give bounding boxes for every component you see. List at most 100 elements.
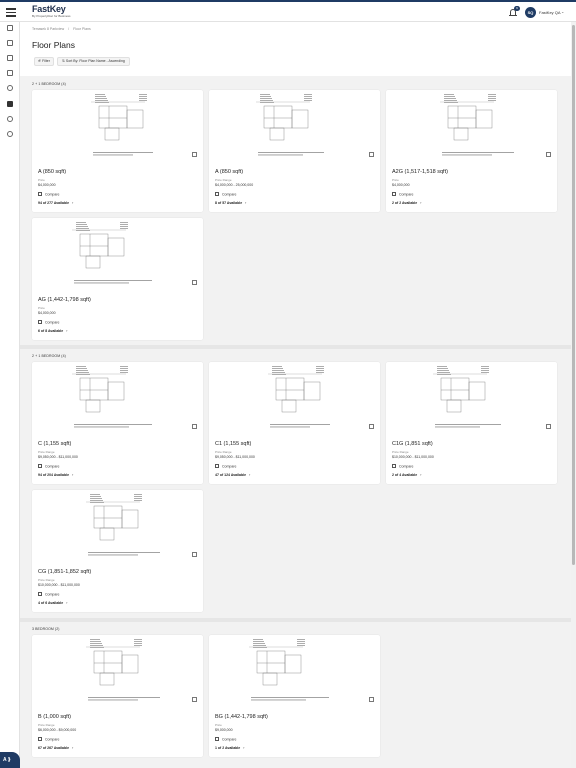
availability-link[interactable]: 6 of 8 Available › xyxy=(38,329,67,333)
availability-link[interactable]: 2 of 4 Available › xyxy=(392,473,421,477)
floor-plan-name[interactable]: C (1,155 sqft) xyxy=(38,441,71,447)
compare-checkbox[interactable]: Compare xyxy=(392,192,413,197)
breadcrumb-project[interactable]: Temasek 8 Parkview xyxy=(32,27,64,31)
availability-link[interactable]: 94 of 277 Available › xyxy=(38,201,73,205)
compare-checkbox[interactable]: Compare xyxy=(215,737,236,742)
availability-link[interactable]: 94 of 204 Available › xyxy=(38,473,73,477)
floor-plan-image[interactable] xyxy=(386,362,557,434)
floor-plan-name[interactable]: A2G (1,517-1,518 sqft) xyxy=(392,169,448,175)
compare-checkbox[interactable]: Compare xyxy=(215,192,236,197)
floor-plan-card[interactable]: AG (1,442-1,798 sqft) Price $4,000,000 C… xyxy=(32,218,203,340)
floor-plan-name[interactable]: C1 (1,155 sqft) xyxy=(215,441,251,447)
projects-icon[interactable] xyxy=(7,25,13,31)
price-value: $4,000,000 xyxy=(392,183,410,187)
hamburger-menu-icon[interactable] xyxy=(6,7,16,17)
compare-checkbox[interactable]: Compare xyxy=(38,320,59,325)
availability-link[interactable]: 47 of 124 Available › xyxy=(215,473,250,477)
floor-plan-card[interactable]: CG (1,851-1,852 sqft) Price Range $10,00… xyxy=(32,490,203,612)
availability-link[interactable]: 2 of 2 Available › xyxy=(392,201,421,205)
avatar[interactable]: SQ xyxy=(525,7,536,18)
checkbox-icon[interactable] xyxy=(38,737,42,741)
floor-plan-image[interactable] xyxy=(32,90,203,162)
scrollbar-thumb[interactable] xyxy=(572,25,575,565)
checkbox-icon[interactable] xyxy=(38,592,42,596)
compare-label: Compare xyxy=(222,737,237,742)
accessibility-toggle-button[interactable]: A ⟫ xyxy=(0,752,20,768)
floor-plan-image[interactable] xyxy=(209,635,380,707)
price-label: Price xyxy=(38,306,45,310)
checkbox-icon[interactable] xyxy=(215,464,219,468)
compare-label: Compare xyxy=(45,464,60,469)
checkbox-icon[interactable] xyxy=(392,192,396,196)
checkbox-icon[interactable] xyxy=(38,320,42,324)
floor-plan-image[interactable] xyxy=(32,490,203,562)
availability-link[interactable]: 1 of 2 Available › xyxy=(215,746,244,750)
floor-plan-card[interactable]: A (850 sqft) Price $4,000,000 Compare 94… xyxy=(32,90,203,212)
compare-checkbox[interactable]: Compare xyxy=(38,737,59,742)
compare-checkbox[interactable]: Compare xyxy=(38,592,59,597)
checkbox-icon[interactable] xyxy=(38,192,42,196)
floor-plan-card[interactable]: B (1,000 sqft) Price Range $6,000,000 - … xyxy=(32,635,203,757)
floor-plan-name[interactable]: AG (1,442-1,798 sqft) xyxy=(38,297,91,303)
floor-plan-card[interactable]: C1G (1,851 sqft) Price Range $10,000,000… xyxy=(386,362,557,484)
price-label: Price Range xyxy=(38,578,55,582)
expand-icon[interactable] xyxy=(369,697,374,702)
floor-plan-image[interactable] xyxy=(209,90,380,162)
floor-plan-name[interactable]: BG (1,442-1,798 sqft) xyxy=(215,714,268,720)
availability-text: 2 of 2 Available xyxy=(392,201,418,205)
scrollbar[interactable] xyxy=(571,22,576,768)
expand-icon[interactable] xyxy=(192,552,197,557)
floor-plans-icon[interactable] xyxy=(7,101,13,107)
floor-plan-name[interactable]: B (1,000 sqft) xyxy=(38,714,71,720)
floor-plan-image[interactable] xyxy=(32,362,203,434)
floor-plan-name[interactable]: A (850 sqft) xyxy=(38,169,66,175)
contacts-icon[interactable] xyxy=(7,85,13,91)
compare-checkbox[interactable]: Compare xyxy=(215,464,236,469)
chevron-right-icon: › xyxy=(249,473,251,477)
chevron-down-icon[interactable]: ⌄ xyxy=(561,9,564,14)
expand-icon[interactable] xyxy=(192,280,197,285)
floor-plan-image[interactable] xyxy=(32,635,203,707)
floor-plan-name[interactable]: CG (1,851-1,852 sqft) xyxy=(38,569,91,575)
expand-icon[interactable] xyxy=(546,152,551,157)
expand-icon[interactable] xyxy=(192,697,197,702)
floor-plan-card[interactable]: A (850 sqft) Price Range $4,000,000 - 25… xyxy=(209,90,380,212)
expand-icon[interactable] xyxy=(192,424,197,429)
brand-name: FastKey xyxy=(32,4,66,14)
availability-link[interactable]: 4 of 6 Available › xyxy=(38,601,67,605)
user-name[interactable]: FastKey QA xyxy=(539,10,561,15)
compare-label: Compare xyxy=(399,464,414,469)
section-label: 3 BEDROOM (2) xyxy=(32,627,60,631)
home-icon[interactable] xyxy=(7,40,13,46)
floor-plan-name[interactable]: C1G (1,851 sqft) xyxy=(392,441,433,447)
checkbox-icon[interactable] xyxy=(38,464,42,468)
compare-checkbox[interactable]: Compare xyxy=(38,464,59,469)
compare-checkbox[interactable]: Compare xyxy=(392,464,413,469)
filter-button[interactable]: ⚟ Filter xyxy=(34,57,54,66)
help-icon[interactable] xyxy=(7,116,13,122)
floor-plan-card[interactable]: BG (1,442-1,798 sqft) Price $9,000,000 C… xyxy=(209,635,380,757)
checkbox-icon[interactable] xyxy=(392,464,396,468)
floor-plan-image[interactable] xyxy=(386,90,557,162)
availability-link[interactable]: 67 of 267 Available › xyxy=(38,746,73,750)
settings-gear-icon[interactable] xyxy=(7,131,13,137)
floor-plan-card[interactable]: C (1,155 sqft) Price Range $9,050,000 - … xyxy=(32,362,203,484)
expand-icon[interactable] xyxy=(546,424,551,429)
floor-plan-name[interactable]: A (850 sqft) xyxy=(215,169,243,175)
building-icon[interactable] xyxy=(7,55,13,61)
floor-plan-image[interactable] xyxy=(209,362,380,434)
calendar-icon[interactable] xyxy=(7,70,13,76)
floor-plan-image[interactable] xyxy=(32,218,203,290)
expand-icon[interactable] xyxy=(369,152,374,157)
compare-checkbox[interactable]: Compare xyxy=(38,192,59,197)
availability-link[interactable]: 8 of 57 Available › xyxy=(215,201,246,205)
brand-logo[interactable]: FastKey By Propertybloc for Business xyxy=(32,4,71,18)
checkbox-icon[interactable] xyxy=(215,192,219,196)
checkbox-icon[interactable] xyxy=(215,737,219,741)
sort-button[interactable]: ⇅ Sort By: Floor Plan Name - Ascending xyxy=(57,57,130,66)
floor-plan-card[interactable]: A2G (1,517-1,518 sqft) Price $4,000,000 … xyxy=(386,90,557,212)
notification-bell-icon[interactable]: 9 xyxy=(509,6,520,17)
expand-icon[interactable] xyxy=(369,424,374,429)
floor-plan-card[interactable]: C1 (1,155 sqft) Price Range $9,050,000 -… xyxy=(209,362,380,484)
expand-icon[interactable] xyxy=(192,152,197,157)
